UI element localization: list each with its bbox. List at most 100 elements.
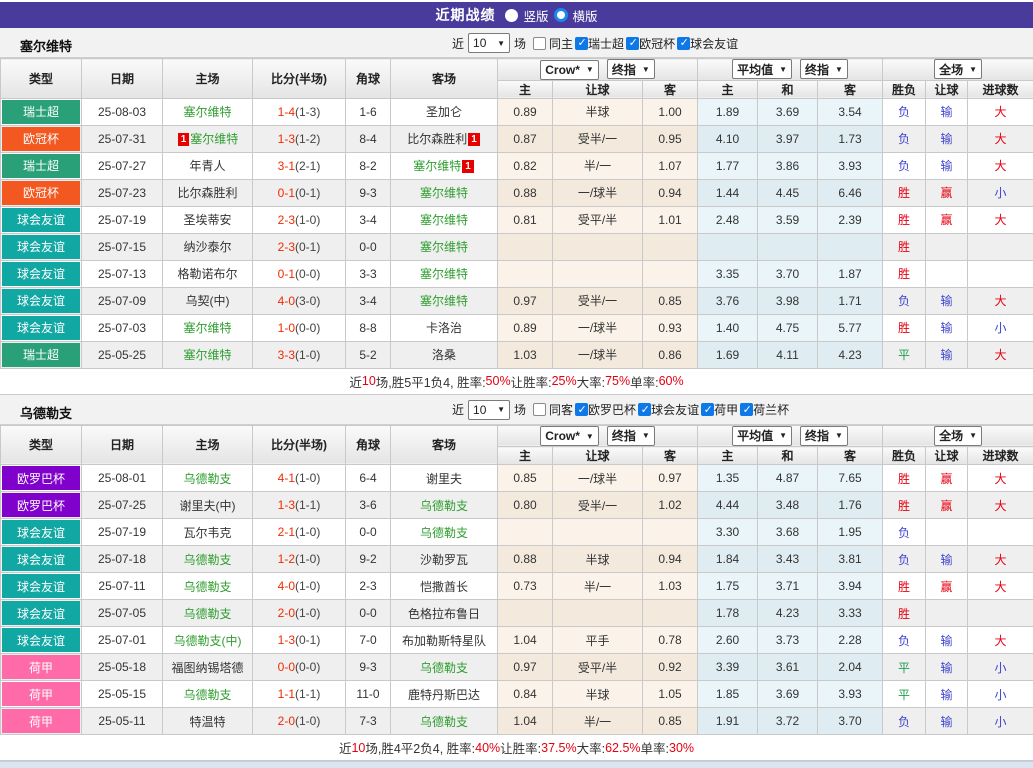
result-goals: 大 <box>968 341 1033 368</box>
match-row: 球会友谊25-07-19圣埃蒂安2-3(1-0)3-4塞尔维特0.81受平/半1… <box>1 206 1033 233</box>
same-venue-checkbox[interactable] <box>533 37 546 50</box>
match-row: 球会友谊25-07-19瓦尔韦克2-1(1-0)0-0乌德勒支3.303.681… <box>1 519 1033 546</box>
match-date: 25-07-11 <box>82 573 163 600</box>
match-row: 球会友谊25-07-05乌德勒支2-0(1-0)0-0色格拉布鲁日1.784.2… <box>1 600 1033 627</box>
fulltime-score: 3-1 <box>278 159 295 173</box>
summary-part: 场,胜5平1负4, 胜率: <box>376 372 486 391</box>
match-row: 荷甲25-05-11特温特2-0(1-0)7-3乌德勒支1.04半/一0.851… <box>1 708 1033 735</box>
header-row-groups: 类型日期主场比分(半场)角球客场Crow*▼终指▼平均值▼终指▼全场▼ <box>1 425 1033 447</box>
result-col-header: 胜负 <box>883 447 926 465</box>
result-goals: 小 <box>968 314 1033 341</box>
col-header: 客场 <box>391 59 498 99</box>
league-filter-checkbox[interactable] <box>677 37 690 50</box>
away-team-name: 乌德勒支 <box>420 715 468 729</box>
result-col-header: 进球数 <box>968 80 1033 98</box>
fulltime-score: 1-0 <box>278 321 295 335</box>
result-outcome: 负 <box>883 152 926 179</box>
league-badge: 瑞士超 <box>2 154 80 178</box>
avg-draw: 3.72 <box>758 708 818 735</box>
odds-handicap: 半/一 <box>553 708 643 735</box>
odds-stage-select[interactable]: 终指▼ <box>607 59 655 79</box>
league-cell: 荷甲 <box>1 654 82 681</box>
radio-horizontal-layout[interactable] <box>554 8 568 22</box>
odds-home <box>498 519 553 546</box>
avg-home <box>698 233 758 260</box>
period-select[interactable]: 全场▼ <box>934 59 982 79</box>
bookmaker-select[interactable]: Crow*▼ <box>540 60 599 80</box>
col-header: 主场 <box>163 425 253 465</box>
league-cell: 球会友谊 <box>1 233 82 260</box>
col-header: 类型 <box>1 59 82 99</box>
summary-part: 40% <box>475 741 500 755</box>
avg-draw: 3.69 <box>758 98 818 125</box>
fulltime-score: 2-1 <box>278 525 295 539</box>
league-cell: 欧冠杯 <box>1 125 82 152</box>
home-team-cell: 瓦尔韦克 <box>163 519 253 546</box>
bookmaker-select[interactable]: Crow*▼ <box>540 426 599 446</box>
halftime-score: (2-1) <box>295 159 320 173</box>
league-filter-checkbox[interactable] <box>638 403 651 416</box>
corner-score: 5-2 <box>346 341 391 368</box>
fulltime-score: 1-3 <box>278 132 295 146</box>
avg-draw: 4.11 <box>758 341 818 368</box>
result-goals: 小 <box>968 708 1033 735</box>
period-select-value: 全场 <box>939 427 963 444</box>
league-filter-checkbox[interactable] <box>740 403 753 416</box>
match-date: 25-07-27 <box>82 152 163 179</box>
result-handicap: 输 <box>926 546 968 573</box>
match-row: 荷甲25-05-18福图纳锡塔德0-0(0-0)9-3乌德勒支0.97受平/半0… <box>1 654 1033 681</box>
league-cell: 瑞士超 <box>1 341 82 368</box>
average-select-value: 平均值 <box>737 427 773 444</box>
result-outcome: 胜 <box>883 179 926 206</box>
match-score: 0-0(0-0) <box>253 654 346 681</box>
odds-stage-select-value: 终指 <box>612 427 636 444</box>
away-team-cell: 乌德勒支 <box>391 708 498 735</box>
result-outcome: 负 <box>883 708 926 735</box>
league-filter-checkbox[interactable] <box>701 403 714 416</box>
summary-part: 场,胜4平2负4, 胜率: <box>365 738 475 757</box>
result-handicap: 赢 <box>926 492 968 519</box>
match-count-select[interactable]: 10▼ <box>468 400 510 420</box>
avg-away: 1.87 <box>818 260 883 287</box>
average-stage-select[interactable]: 终指▼ <box>800 426 848 446</box>
radio-vertical-layout[interactable] <box>505 9 518 22</box>
summary-part: 单率: <box>630 372 658 391</box>
result-goals <box>968 600 1033 627</box>
team-name-heading: 乌德勒支 <box>20 403 72 422</box>
average-select[interactable]: 平均值▼ <box>732 426 792 446</box>
match-count-select[interactable]: 10▼ <box>468 33 510 53</box>
home-team-name: 瓦尔韦克 <box>183 526 231 540</box>
fulltime-score: 3-3 <box>278 348 295 362</box>
match-score: 1-2(1-0) <box>253 546 346 573</box>
average-stage-select[interactable]: 终指▼ <box>800 59 848 79</box>
odds-stage-select[interactable]: 终指▼ <box>607 426 655 446</box>
odds-away <box>643 260 698 287</box>
away-team-name: 塞尔维特 <box>420 213 468 227</box>
avg-away: 3.94 <box>818 573 883 600</box>
odds-group-header: Crow*▼ 终指▼ <box>498 59 698 81</box>
average-select[interactable]: 平均值▼ <box>732 59 792 79</box>
odds-handicap <box>553 260 643 287</box>
corner-score: 2-3 <box>346 573 391 600</box>
avg-home: 1.89 <box>698 98 758 125</box>
period-select[interactable]: 全场▼ <box>934 426 982 446</box>
summary-part: 单率: <box>641 738 669 757</box>
same-venue-checkbox[interactable] <box>533 403 546 416</box>
match-row: 欧罗巴杯25-07-25谢里夫(中)1-3(1-1)3-6乌德勒支0.80受半/… <box>1 492 1033 519</box>
match-date: 25-07-03 <box>82 314 163 341</box>
odds-handicap: 一/球半 <box>553 341 643 368</box>
home-team-cell: 圣埃蒂安 <box>163 206 253 233</box>
match-score: 1-3(0-1) <box>253 627 346 654</box>
avg-home: 1.84 <box>698 546 758 573</box>
league-filter-checkbox[interactable] <box>575 37 588 50</box>
league-filter-checkbox[interactable] <box>575 403 588 416</box>
league-filter-checkbox[interactable] <box>626 37 639 50</box>
home-team-name: 乌德勒支 <box>183 580 231 594</box>
away-team-cell: 洛桑 <box>391 341 498 368</box>
away-team-name: 塞尔维特 <box>420 267 468 281</box>
result-handicap: 输 <box>926 654 968 681</box>
away-team-name: 乌德勒支 <box>420 526 468 540</box>
odds-handicap: 平手 <box>553 627 643 654</box>
summary-part: 大率: <box>577 372 605 391</box>
result-outcome: 负 <box>883 125 926 152</box>
